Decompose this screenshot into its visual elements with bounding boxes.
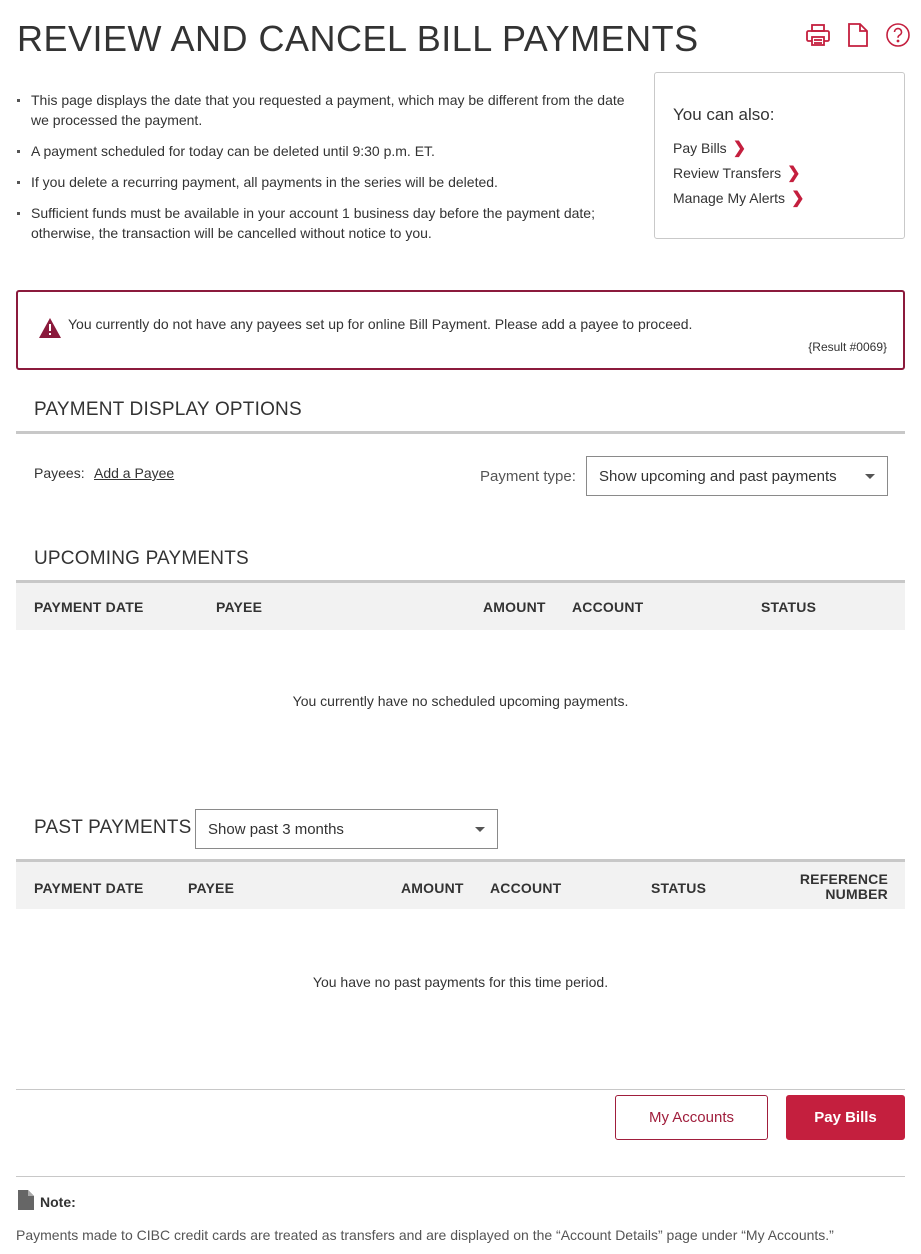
chevron-right-icon: ❯ xyxy=(732,139,747,157)
link-label: Pay Bills xyxy=(673,139,727,156)
print-icon[interactable] xyxy=(805,22,831,48)
info-item: A payment scheduled for today can be del… xyxy=(17,141,627,161)
upcoming-title: UPCOMING PAYMENTS xyxy=(34,548,249,569)
past-empty-message: You have no past payments for this time … xyxy=(312,974,609,990)
payment-type-value: Show upcoming and past payments xyxy=(599,467,837,485)
warning-icon xyxy=(38,317,62,344)
note-text: Payments made to CIBC credit cards are t… xyxy=(16,1227,834,1243)
column-header[interactable]: STATUS xyxy=(761,599,816,615)
pay-bills-link[interactable]: Pay Bills ❯ xyxy=(673,135,886,160)
page-title: REVIEW AND CANCEL BILL PAYMENTS xyxy=(17,18,699,59)
payees-label: Payees: xyxy=(34,465,85,481)
alert-banner: You currently do not have any payees set… xyxy=(16,290,905,370)
column-header-line: REFERENCE xyxy=(799,871,888,887)
info-item: Sufficient funds must be available in yo… xyxy=(17,203,627,243)
chevron-down-icon xyxy=(865,474,875,479)
link-label: Review Transfers xyxy=(673,164,782,181)
info-item: This page displays the date that you req… xyxy=(17,90,627,130)
add-payee-link[interactable]: Add a Payee xyxy=(94,465,174,481)
column-header[interactable]: PAYEE xyxy=(188,880,234,896)
column-header[interactable]: STATUS xyxy=(651,880,706,896)
past-table-header: PAYMENT DATE PAYEE AMOUNT ACCOUNT STATUS… xyxy=(16,862,905,909)
alert-code: {Result #0069} xyxy=(808,340,887,354)
note-divider xyxy=(16,1176,905,1177)
column-header[interactable]: PAYMENT DATE xyxy=(34,599,144,615)
page-tools xyxy=(805,22,911,48)
column-header[interactable]: AMOUNT xyxy=(483,599,546,615)
column-header[interactable]: PAYEE xyxy=(216,599,262,615)
actions-divider xyxy=(16,1089,905,1090)
my-accounts-button[interactable]: My Accounts xyxy=(615,1095,768,1140)
column-header[interactable]: ACCOUNT xyxy=(572,599,643,615)
review-transfers-link[interactable]: Review Transfers ❯ xyxy=(673,160,886,185)
note-heading: Note: xyxy=(18,1190,76,1213)
you-can-also-title: You can also: xyxy=(673,105,775,124)
note-icon xyxy=(18,1190,34,1213)
column-header-line: NUMBER xyxy=(825,886,888,902)
pay-bills-button[interactable]: Pay Bills xyxy=(786,1095,905,1140)
document-icon[interactable] xyxy=(845,22,871,48)
chevron-right-icon: ❯ xyxy=(791,189,805,207)
info-item: If you delete a recurring payment, all p… xyxy=(17,172,627,192)
payment-type-select[interactable]: Show upcoming and past payments xyxy=(586,456,888,496)
past-range-value: Show past 3 months xyxy=(208,820,344,838)
chevron-down-icon xyxy=(475,827,485,832)
past-range-select[interactable]: Show past 3 months xyxy=(195,809,498,849)
display-options-title: PAYMENT DISPLAY OPTIONS xyxy=(34,399,302,420)
upcoming-empty-message: You currently have no scheduled upcoming… xyxy=(292,693,629,709)
column-header[interactable]: PAYMENT DATE xyxy=(34,880,144,896)
reference-number-header[interactable]: REFERENCE NUMBER xyxy=(800,872,888,902)
section-divider xyxy=(16,431,905,434)
note-label: Note: xyxy=(40,1193,76,1210)
info-list: This page displays the date that you req… xyxy=(17,90,627,254)
column-header[interactable]: AMOUNT xyxy=(401,880,464,896)
link-label: Manage My Alerts xyxy=(673,189,786,206)
payment-type-label: Payment type: xyxy=(480,468,576,485)
you-can-also-panel: You can also: Pay Bills ❯ Review Transfer… xyxy=(654,72,905,239)
help-icon[interactable] xyxy=(885,22,911,48)
past-title: PAST PAYMENTS xyxy=(34,817,192,838)
alert-message: You currently do not have any payees set… xyxy=(68,316,693,332)
column-header[interactable]: ACCOUNT xyxy=(490,880,561,896)
manage-alerts-link[interactable]: Manage My Alerts ❯ xyxy=(673,185,886,210)
upcoming-table-header: PAYMENT DATE PAYEE AMOUNT ACCOUNT STATUS xyxy=(16,583,905,630)
chevron-right-icon: ❯ xyxy=(787,164,801,182)
